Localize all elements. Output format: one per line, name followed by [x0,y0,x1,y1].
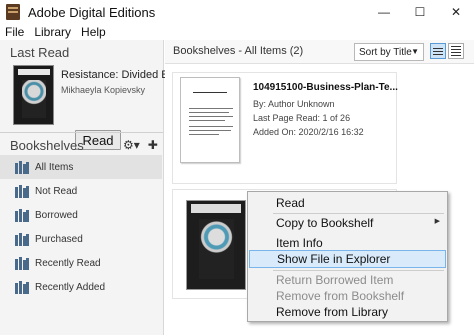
context-menu-show-file-in-explorer[interactable]: Show File in Explorer [249,250,446,268]
list-view-toggle-icon[interactable] [430,43,446,59]
shelf-item-recently-read[interactable]: Recently Read [0,251,162,275]
menu-help[interactable]: Help [76,25,111,39]
bookshelf-tools: ⚙▾ ✚ [123,138,158,152]
chevron-down-icon: ▼ [411,47,419,56]
title-bar: Adobe Digital Editions — ☐ ✕ [0,0,474,24]
app-book-icon [6,4,20,20]
last-read-book-title: Resistance: Divided El... [61,69,181,81]
document-thumbnail [180,77,240,163]
bookshelf-icon [15,256,29,270]
last-read-heading: Last Read [10,45,70,60]
bookshelf-icon [15,208,29,222]
book-cover-image [186,200,246,290]
menu-library[interactable]: Library [29,25,76,39]
last-read-cover-image[interactable] [13,65,54,125]
window-controls: — ☐ ✕ [366,0,474,24]
context-menu: Read Copy to Bookshelf ▶ Item Info Show … [247,191,448,322]
last-read-book-author: Mikhaeyla Kopievsky [61,85,146,95]
bookshelf-icon [15,160,29,174]
menu-bar: File Library Help [0,24,474,40]
shelf-item-not-read[interactable]: Not Read [0,179,162,203]
sidebar: Last Read Resistance: Divided El... Mikh… [0,40,180,335]
context-menu-copy-to-bookshelf[interactable]: Copy to Bookshelf ▶ [249,214,446,232]
bookshelf-icon [15,232,29,246]
item-title: 104915100-Business-Plan-Te... [253,82,398,93]
last-read-card: Resistance: Divided El... Mikhaeyla Kopi… [13,65,180,150]
item-added-on: Added On: 2020/2/16 16:32 [253,127,364,137]
bookshelf-icon [15,184,29,198]
item-last-page: Last Page Read: 1 of 26 [253,113,351,123]
window-title: Adobe Digital Editions [28,4,156,20]
sort-dropdown[interactable]: Sort by Title ▼ [354,43,424,61]
shelf-item-purchased[interactable]: Purchased [0,227,162,251]
context-menu-remove-from-library[interactable]: Remove from Library [249,303,446,321]
submenu-arrow-icon: ▶ [434,218,440,225]
shelf-label: Recently Added [35,281,106,293]
shelf-item-recently-added[interactable]: Recently Added [0,275,162,299]
item-author: By: Author Unknown [253,99,335,109]
context-menu-label: Copy to Bookshelf [276,216,374,230]
shelf-label: Not Read [35,185,78,197]
minimize-button[interactable]: — [366,0,402,24]
detail-view-toggle-icon[interactable] [448,43,464,59]
shelf-label: All Items [35,161,74,173]
library-item[interactable]: 104915100-Business-Plan-Te... By: Author… [172,72,398,184]
sidebar-divider [0,132,163,133]
close-button[interactable]: ✕ [438,0,474,24]
context-menu-read[interactable]: Read [249,194,446,212]
library-toolbar: Bookshelves - All Items (2) Sort by Titl… [165,40,474,64]
maximize-button[interactable]: ☐ [402,0,438,24]
plus-icon[interactable]: ✚ [148,138,158,152]
shelf-label: Recently Read [35,257,101,269]
shelf-label: Purchased [35,233,83,245]
bookshelves-heading: Bookshelves [10,138,84,153]
shelf-label: Borrowed [35,209,78,221]
sort-label: Sort by Title [359,46,412,58]
bookshelf-title: Bookshelves - All Items (2) [173,45,304,57]
shelf-item-borrowed[interactable]: Borrowed [0,203,162,227]
menu-file[interactable]: File [0,25,29,39]
bookshelf-icon [15,280,29,294]
gear-icon[interactable]: ⚙▾ [123,138,140,152]
shelf-item-all-items[interactable]: All Items [0,155,162,179]
